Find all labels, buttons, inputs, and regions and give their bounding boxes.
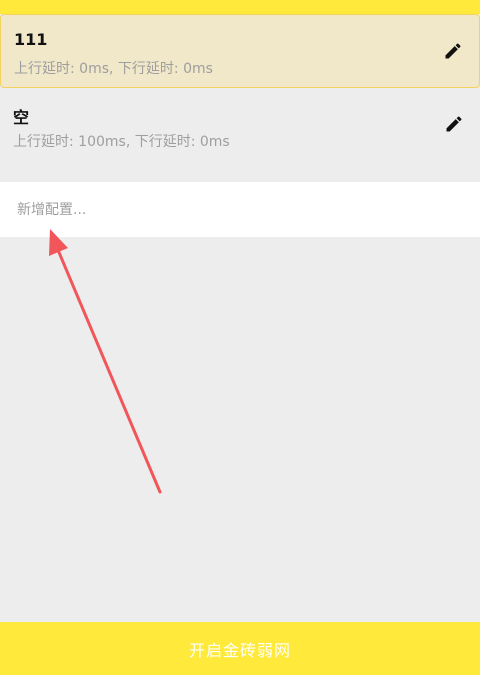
annotation-arrow — [49, 229, 162, 494]
start-weak-network-button[interactable]: 开启金砖弱网 — [0, 622, 480, 675]
